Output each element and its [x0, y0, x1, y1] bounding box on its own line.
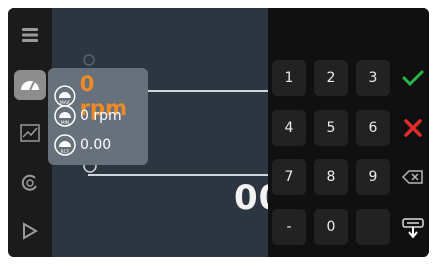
cancel-button[interactable]: [396, 110, 429, 146]
backspace-icon: [402, 170, 423, 184]
menu-button[interactable]: [14, 20, 46, 50]
menu-icon: [22, 28, 38, 42]
play-icon: [23, 222, 38, 240]
numeric-keypad: 1 2 3 4 5 6 7 8 9 - 0: [268, 8, 429, 257]
check-icon: [402, 70, 424, 87]
divider-line: [148, 90, 268, 92]
sidebar: [8, 8, 52, 257]
speed-min-icon: MIN: [54, 105, 76, 127]
key-9[interactable]: 9: [356, 159, 390, 195]
speed-max-icon: MAX: [54, 85, 76, 107]
key-1[interactable]: 1: [272, 60, 306, 96]
key-0[interactable]: 0: [314, 209, 348, 245]
key-3[interactable]: 3: [356, 60, 390, 96]
keyboard-toggle-button[interactable]: [396, 209, 429, 245]
key-4[interactable]: 4: [272, 110, 306, 146]
key-6[interactable]: 6: [356, 110, 390, 146]
max-speed-value: 0 rpm: [80, 108, 122, 124]
play-button[interactable]: [14, 216, 46, 246]
divider-line: [88, 174, 268, 176]
speed-tab-button[interactable]: [14, 70, 46, 100]
rcf-value: 0.00: [80, 137, 112, 153]
key-7[interactable]: 7: [272, 159, 306, 195]
keyboard-hide-icon: [402, 218, 424, 238]
chart-tab-button[interactable]: [14, 118, 46, 148]
close-icon: [404, 119, 422, 137]
speed-gauge-icon: [21, 81, 39, 91]
backspace-button[interactable]: [396, 159, 429, 195]
key-8[interactable]: 8: [314, 159, 348, 195]
cycle-tab-button[interactable]: [14, 168, 46, 198]
cycle-icon: [21, 174, 37, 191]
rcf-icon: RCF: [54, 134, 76, 156]
device-screen: 00 MAX 0 rpm MIN 0 rpm RCF 0.00 1 2 3 4 …: [8, 8, 429, 257]
key-blank[interactable]: [356, 209, 390, 245]
min-tag: MIN: [61, 120, 70, 126]
speed-info-card[interactable]: MAX 0 rpm MIN 0 rpm RCF 0.00: [48, 68, 148, 165]
key-5[interactable]: 5: [314, 110, 348, 146]
key-2[interactable]: 2: [314, 60, 348, 96]
faint-circle-icon: [83, 54, 95, 66]
rcf-tag: RCF: [61, 149, 70, 155]
confirm-button[interactable]: [396, 60, 429, 96]
chart-icon: [20, 124, 40, 142]
key-minus[interactable]: -: [272, 209, 306, 245]
speed-min-row: MIN 0 rpm: [54, 105, 122, 127]
rcf-row: RCF 0.00: [54, 134, 111, 156]
